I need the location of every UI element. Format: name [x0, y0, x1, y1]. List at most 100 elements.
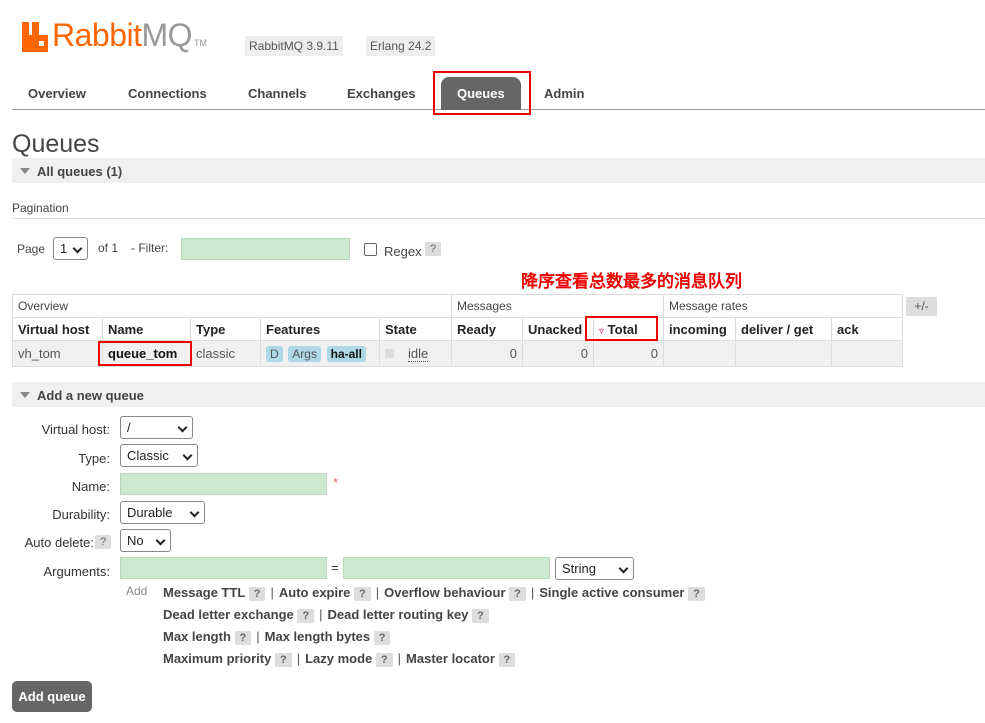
argument-value-input[interactable]	[343, 557, 550, 579]
page-label: Page	[17, 242, 46, 256]
arg-max-length-bytes-link[interactable]: Max length bytes	[265, 629, 370, 644]
type-select[interactable]: Classic	[120, 444, 198, 467]
type-label: Type:	[78, 451, 110, 466]
group-overview: Overview	[12, 294, 452, 318]
col-unacked[interactable]: Unacked	[522, 317, 594, 341]
argument-links-row-3: Max length ? | Max length bytes ?	[163, 629, 391, 645]
chevron-down-icon	[189, 507, 200, 518]
logo-text: RabbitMQ	[52, 17, 193, 53]
col-features[interactable]: Features	[260, 317, 380, 341]
col-type[interactable]: Type	[190, 317, 261, 341]
help-button[interactable]: ?	[297, 609, 315, 623]
virtual-host-select[interactable]: /	[120, 416, 193, 439]
cell-incoming	[663, 340, 736, 367]
help-button[interactable]: ?	[274, 653, 292, 667]
arg-message-ttl-link[interactable]: Message TTL	[163, 585, 245, 600]
logo-trademark: TM	[194, 38, 208, 48]
cell-ready: 0	[451, 340, 523, 367]
help-button[interactable]: ?	[498, 653, 516, 667]
col-ready[interactable]: Ready	[451, 317, 523, 341]
state-label: idle	[408, 346, 429, 362]
tab-overview[interactable]: Overview	[28, 86, 86, 101]
help-button[interactable]: ?	[234, 631, 252, 645]
arg-auto-expire-link[interactable]: Auto expire	[279, 585, 351, 600]
highlight-queues-tab	[433, 71, 531, 115]
chevron-down-icon	[177, 422, 188, 433]
durability-label: Durability:	[52, 507, 110, 522]
page-select[interactable]: 1	[53, 237, 88, 260]
col-incoming[interactable]: incoming	[663, 317, 736, 341]
rabbit-logo-icon	[22, 22, 48, 52]
column-toggle-button[interactable]: +/-	[906, 297, 937, 316]
col-virtual-host[interactable]: Virtual host	[12, 317, 103, 341]
page-of-label: of 1	[98, 241, 119, 255]
arg-max-length-link[interactable]: Max length	[163, 629, 231, 644]
virtual-host-label: Virtual host:	[41, 422, 110, 437]
col-state[interactable]: State	[379, 317, 452, 341]
col-deliver-get[interactable]: deliver / get	[735, 317, 832, 341]
highlight-total-column	[585, 316, 658, 341]
name-label: Name:	[71, 479, 110, 494]
state-indicator-icon	[385, 349, 394, 358]
arg-overflow-link[interactable]: Overflow behaviour	[384, 585, 505, 600]
feature-policy-badge[interactable]: ha-all	[326, 345, 366, 362]
col-name[interactable]: Name	[102, 317, 191, 341]
argument-key-input[interactable]	[120, 557, 327, 579]
tab-admin[interactable]: Admin	[544, 86, 584, 101]
argument-links-row-4: Maximum priority ? | Lazy mode ? | Master lo…	[163, 651, 516, 667]
auto-delete-help-button[interactable]: ?	[95, 535, 112, 549]
argument-links-row-2: Dead letter exchange ? | Dead letter routi…	[163, 607, 489, 623]
arg-single-active-consumer-link[interactable]: Single active consumer	[539, 585, 684, 600]
arg-dead-letter-routing-key-link[interactable]: Dead letter routing key	[328, 607, 469, 622]
arg-lazy-mode-link[interactable]: Lazy mode	[305, 651, 372, 666]
page-title: Queues	[12, 130, 100, 158]
regex-label: Regex	[384, 244, 422, 259]
required-mark: *	[333, 475, 339, 490]
help-button[interactable]: ?	[354, 587, 371, 601]
cell-ack	[831, 340, 903, 367]
equals-sign: =	[331, 560, 339, 575]
help-button[interactable]: ?	[248, 587, 266, 601]
regex-checkbox[interactable]	[364, 243, 377, 256]
cell-features: D Args ha-all	[260, 340, 380, 367]
argument-type-select[interactable]: String	[555, 557, 634, 580]
regex-help-button[interactable]: ?	[425, 242, 442, 256]
add-label: Add	[126, 584, 148, 598]
tab-exchanges[interactable]: Exchanges	[347, 86, 416, 101]
arguments-label: Arguments:	[43, 564, 110, 579]
filter-input[interactable]	[181, 238, 350, 260]
rabbitmq-logo: RabbitMQ TM	[22, 18, 207, 52]
all-queues-header[interactable]: All queues (1)	[12, 158, 985, 183]
durability-select[interactable]: Durable	[120, 501, 205, 524]
annotation-text: 降序查看总数最多的消息队列	[521, 272, 742, 292]
queue-name-input[interactable]	[120, 473, 327, 495]
all-queues-label: All queues (1)	[37, 164, 123, 179]
add-queue-button[interactable]: Add queue	[12, 681, 92, 712]
feature-args-badge: Args	[288, 345, 321, 362]
add-queue-header[interactable]: Add a new queue	[12, 382, 985, 407]
cell-total: 0	[593, 340, 664, 367]
tab-channels[interactable]: Channels	[248, 86, 307, 101]
arg-maximum-priority-link[interactable]: Maximum priority	[163, 651, 271, 666]
arg-dead-letter-exchange-link[interactable]: Dead letter exchange	[163, 607, 294, 622]
help-button[interactable]: ?	[375, 653, 393, 667]
add-queue-title: Add a new queue	[37, 388, 144, 403]
col-ack[interactable]: ack	[831, 317, 903, 341]
collapse-triangle-icon	[20, 392, 30, 398]
erlang-version: Erlang 24.2	[366, 36, 436, 56]
chevron-down-icon	[72, 243, 83, 254]
tab-connections[interactable]: Connections	[128, 86, 207, 101]
rabbitmq-version: RabbitMQ 3.9.11	[245, 36, 343, 56]
auto-delete-select[interactable]: No	[120, 529, 171, 552]
help-button[interactable]: ?	[472, 609, 489, 623]
chevron-down-icon	[182, 450, 193, 461]
help-button[interactable]: ?	[509, 587, 526, 601]
chevron-down-icon	[618, 563, 629, 574]
help-button[interactable]: ?	[373, 631, 391, 645]
arg-master-locator-link[interactable]: Master locator	[406, 651, 495, 666]
chevron-down-icon	[155, 535, 166, 546]
help-button[interactable]: ?	[688, 587, 705, 601]
pagination-title: Pagination	[12, 201, 69, 215]
cell-unacked: 0	[522, 340, 594, 367]
group-message-rates: Message rates	[663, 294, 903, 318]
